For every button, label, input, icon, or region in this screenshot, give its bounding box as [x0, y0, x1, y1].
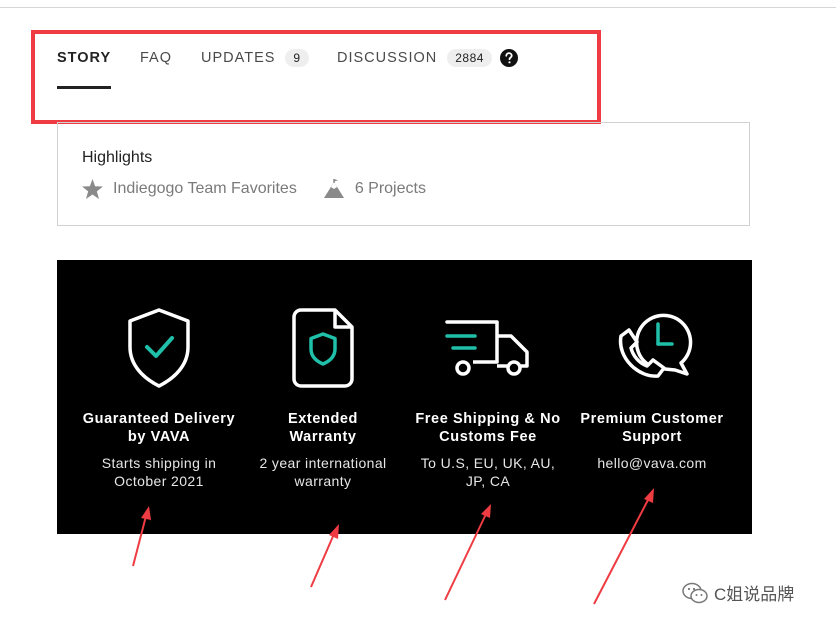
- wechat-icon: [682, 582, 708, 603]
- annotation-arrows: [132, 488, 654, 605]
- watermark: C姐说品牌: [682, 580, 794, 605]
- watermark-text: C姐说品牌: [714, 585, 795, 604]
